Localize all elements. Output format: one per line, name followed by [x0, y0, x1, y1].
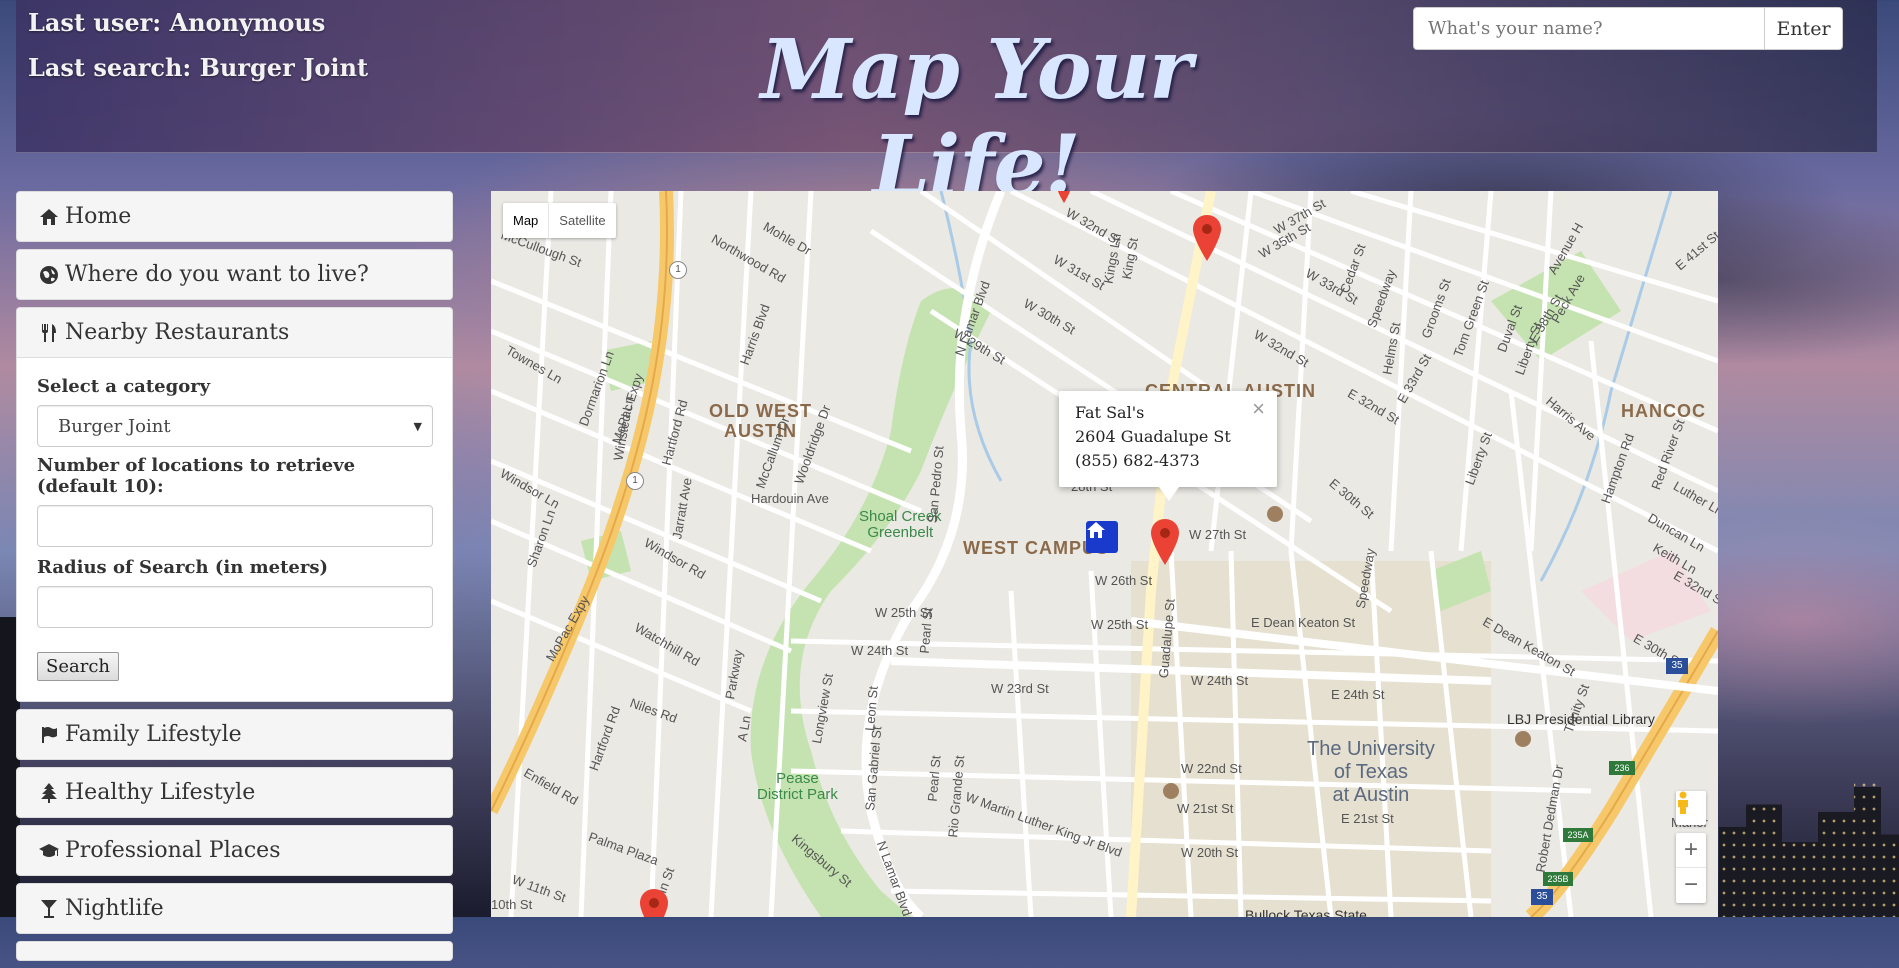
cutlery-icon	[37, 323, 61, 343]
sidebar-item-label: Nearby Restaurants	[65, 320, 290, 345]
district-old-west-austin: OLD WEST AUSTIN	[709, 401, 812, 441]
tree-icon	[37, 782, 61, 803]
street-view-pegman-icon[interactable]	[1676, 791, 1706, 825]
home-marker-icon[interactable]	[1086, 521, 1118, 553]
street-label: E Dean Keaton St	[1251, 615, 1356, 630]
street-label: W 22nd St	[1181, 761, 1242, 776]
graduation-cap-icon	[37, 842, 61, 860]
radius-label: Radius of Search (in meters)	[37, 557, 328, 578]
page-title: Map Your Life!	[760, 22, 1193, 214]
category-label: Select a category	[37, 376, 211, 397]
street-label: W 25th St	[1091, 617, 1149, 632]
map-marker-pin[interactable]	[640, 889, 668, 917]
place-icon	[1515, 731, 1531, 747]
sidebar-item-family[interactable]: Family Lifestyle	[16, 709, 453, 760]
category-select[interactable]: Burger Joint ▼	[37, 405, 433, 447]
sidebar: Home Where do you want to live? Nearby R…	[16, 191, 453, 968]
district-hancock: HANCOC	[1621, 401, 1706, 421]
radius-input[interactable]	[37, 586, 433, 628]
zoom-in-button[interactable]: +	[1676, 833, 1706, 868]
park-pease: Pease District Park	[757, 770, 838, 803]
glass-icon	[37, 899, 61, 919]
highway-shield: 35	[1666, 658, 1688, 674]
sidebar-item-nightlife[interactable]: Nightlife	[16, 883, 453, 934]
street-label: W 23rd St	[991, 681, 1049, 696]
highway-shield: 1	[669, 261, 687, 279]
highway-shield: 235B	[1543, 872, 1573, 886]
map-marker-pin[interactable]	[1193, 215, 1221, 261]
place-icon	[1163, 783, 1179, 799]
street-label: W 20th St	[1181, 845, 1239, 860]
globe-icon	[37, 265, 61, 285]
zoom-control: + −	[1676, 833, 1706, 903]
map-marker-pin[interactable]	[1057, 191, 1071, 203]
count-input[interactable]	[37, 505, 433, 547]
search-button[interactable]: Search	[37, 652, 119, 681]
sidebar-item-professional[interactable]: Professional Places	[16, 825, 453, 876]
sidebar-item-label: Home	[65, 204, 132, 229]
highway-shield: 236	[1609, 761, 1635, 775]
home-icon	[37, 208, 61, 226]
dropdown-arrow-icon: ▼	[413, 419, 422, 433]
highway-shield: 235A	[1563, 828, 1593, 842]
street-label: Hardouin Ave	[751, 491, 829, 506]
last-search-text: Last search: Burger Joint	[28, 53, 369, 82]
university-label: The University of Texas at Austin	[1307, 738, 1435, 806]
street-label: 10th St	[491, 897, 533, 912]
sidebar-item-healthy[interactable]: Healthy Lifestyle	[16, 767, 453, 818]
landmark-bullock: Bullock Texas State	[1245, 907, 1367, 917]
info-phone: (855) 682-4373	[1075, 451, 1200, 470]
highway-shield: 35	[1531, 889, 1553, 905]
map-marker-pin[interactable]	[1151, 519, 1179, 565]
info-window: Fat Sal's 2604 Guadalupe St (855) 682-43…	[1059, 391, 1277, 501]
map-type-map-button[interactable]: Map	[503, 203, 550, 238]
sidebar-item-label: Professional Places	[65, 838, 281, 863]
sidebar-item-more[interactable]	[16, 941, 453, 961]
close-icon[interactable]: ×	[1252, 397, 1265, 421]
place-icon	[1267, 506, 1283, 522]
street-label: W 21st St	[1177, 801, 1234, 816]
count-label: Number of locations to retrieve (default…	[37, 455, 356, 497]
category-value: Burger Joint	[58, 415, 171, 437]
header-banner: Last user: Anonymous Last search: Burger…	[16, 0, 1877, 214]
landmark-lbj: LBJ Presidential Library	[1507, 711, 1655, 727]
street-label: W 24th St	[1191, 673, 1249, 688]
name-form: Enter	[1413, 7, 1843, 50]
highway-shield: 1	[626, 472, 644, 490]
map-view[interactable]: OLD WESTAUSTIN CENTRAL AUSTIN WEST CAMPU…	[491, 191, 1718, 917]
name-input[interactable]	[1413, 7, 1765, 50]
street-label: W 24th St	[851, 643, 909, 658]
sidebar-item-home[interactable]: Home	[16, 191, 453, 242]
sidebar-item-label: Family Lifestyle	[65, 722, 242, 747]
sidebar-item-label: Where do you want to live?	[65, 262, 369, 287]
street-label: W 27th St	[1189, 527, 1247, 542]
map-type-control: Map Satellite	[503, 203, 616, 238]
street-label: E 24th St	[1331, 687, 1385, 702]
flag-icon	[37, 726, 61, 744]
zoom-out-button[interactable]: −	[1676, 868, 1706, 903]
last-user-text: Last user: Anonymous	[28, 8, 326, 37]
street-label: W 26th St	[1095, 573, 1153, 588]
info-name: Fat Sal's	[1075, 403, 1145, 422]
restaurants-form: Select a category Burger Joint ▼ Number …	[17, 357, 452, 701]
sidebar-item-restaurants: Nearby Restaurants Select a category Bur…	[16, 307, 453, 702]
map-type-satellite-button[interactable]: Satellite	[549, 203, 615, 238]
restaurants-header[interactable]: Nearby Restaurants	[17, 308, 452, 357]
enter-button[interactable]: Enter	[1765, 7, 1843, 50]
sidebar-item-label: Healthy Lifestyle	[65, 780, 256, 805]
street-label: E 21st St	[1341, 811, 1394, 826]
info-address: 2604 Guadalupe St	[1075, 427, 1231, 446]
sidebar-item-label: Nightlife	[65, 896, 164, 921]
sidebar-item-live[interactable]: Where do you want to live?	[16, 249, 453, 300]
